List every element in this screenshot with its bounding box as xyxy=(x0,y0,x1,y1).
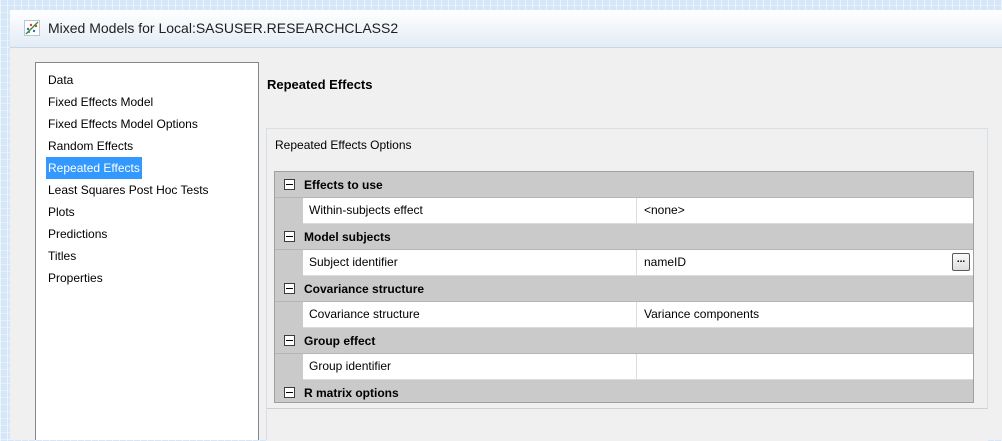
description-pane xyxy=(267,408,988,441)
category-row[interactable]: Effects to use xyxy=(275,172,973,198)
property-grid[interactable]: Effects to use Within-subjects effect <non… xyxy=(274,171,974,403)
property-value[interactable]: <none> xyxy=(637,198,973,224)
category-label: Group effect xyxy=(304,333,376,348)
property-name: Subject identifier xyxy=(303,250,637,276)
category-row[interactable]: Covariance structure xyxy=(275,276,973,302)
category-row[interactable]: Model subjects xyxy=(275,224,973,250)
category-label: Effects to use xyxy=(304,177,383,192)
property-value-text: nameID xyxy=(644,255,687,269)
nav-item-random-effects[interactable]: Random Effects xyxy=(46,135,135,157)
category-label: R matrix options xyxy=(304,385,399,400)
title-bar: Mixed Models for Local:SASUSER.RESEARCHC… xyxy=(10,10,1002,48)
category-label: Covariance structure xyxy=(304,281,425,296)
nav-item-data[interactable]: Data xyxy=(46,69,75,91)
property-value-text: <none> xyxy=(644,203,685,217)
property-name: Within-subjects effect xyxy=(303,198,637,224)
property-name: Group identifier xyxy=(303,354,637,380)
browse-button[interactable]: ... xyxy=(952,253,970,271)
mixed-models-icon xyxy=(24,20,40,36)
property-row[interactable]: Within-subjects effect <none> xyxy=(275,198,973,224)
category-row[interactable]: R matrix options xyxy=(275,380,973,402)
property-row[interactable]: Group identifier xyxy=(275,354,973,380)
property-value[interactable]: Variance components xyxy=(637,302,973,328)
property-row[interactable]: Subject identifier nameID... xyxy=(275,250,973,276)
nav-item-repeated-effects[interactable]: Repeated Effects xyxy=(46,157,142,179)
property-value[interactable] xyxy=(637,354,973,380)
dialog-window: Mixed Models for Local:SASUSER.RESEARCHC… xyxy=(10,10,1002,441)
nav-item-properties[interactable]: Properties xyxy=(46,267,105,289)
category-row[interactable]: Group effect xyxy=(275,328,973,354)
property-value[interactable]: nameID... xyxy=(637,250,973,276)
panel-title: Repeated Effects xyxy=(267,77,373,92)
nav-item-fixed-effects-model[interactable]: Fixed Effects Model xyxy=(46,91,155,113)
collapse-icon[interactable] xyxy=(284,335,295,346)
nav-item-predictions[interactable]: Predictions xyxy=(46,223,109,245)
collapse-icon[interactable] xyxy=(284,387,295,398)
nav-item-least-squares-post-hoc-tests[interactable]: Least Squares Post Hoc Tests xyxy=(46,179,211,201)
category-label: Model subjects xyxy=(304,229,391,244)
options-nav-list[interactable]: Data Fixed Effects Model Fixed Effects Mod… xyxy=(35,62,259,440)
collapse-icon[interactable] xyxy=(284,231,295,242)
collapse-icon[interactable] xyxy=(284,179,295,190)
nav-item-plots[interactable]: Plots xyxy=(46,201,77,223)
property-name: Covariance structure xyxy=(303,302,637,328)
collapse-icon[interactable] xyxy=(284,283,295,294)
window-title: Mixed Models for Local:SASUSER.RESEARCHC… xyxy=(48,20,399,36)
nav-item-fixed-effects-model-options[interactable]: Fixed Effects Model Options xyxy=(46,113,200,135)
property-value-text: Variance components xyxy=(644,307,760,321)
property-row[interactable]: Covariance structure Variance components xyxy=(275,302,973,328)
group-title: Repeated Effects Options xyxy=(275,138,412,152)
nav-item-titles[interactable]: Titles xyxy=(46,245,78,267)
